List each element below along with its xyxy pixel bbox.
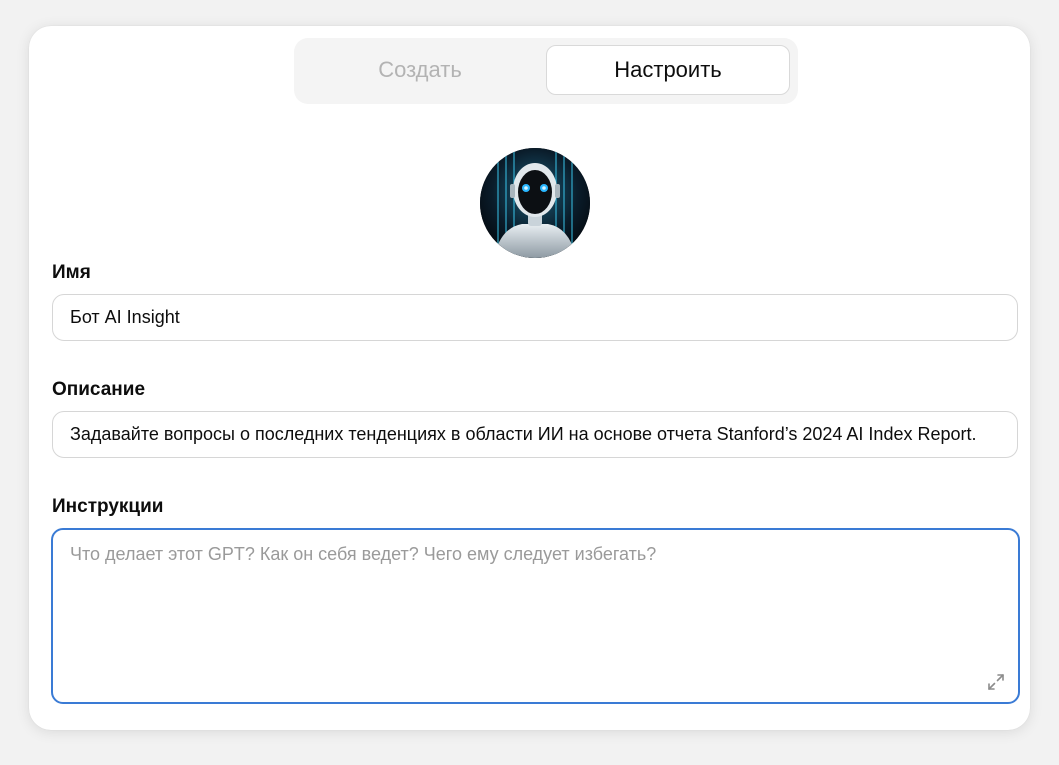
configure-panel: Создать Настроить Имя Бот AI Insight Опи…	[29, 26, 1030, 730]
mode-tabs: Создать Настроить	[294, 38, 798, 104]
description-input[interactable]: Задавайте вопросы о последних тенденциях…	[52, 411, 1018, 458]
tab-create[interactable]: Создать	[302, 45, 538, 95]
name-label: Имя	[52, 262, 91, 283]
instructions-placeholder: Что делает этот GPT? Как он себя ведет? …	[70, 544, 657, 564]
instructions-textarea[interactable]: Что делает этот GPT? Как он себя ведет? …	[51, 528, 1020, 704]
expand-icon[interactable]	[986, 672, 1006, 692]
instructions-label: Инструкции	[52, 496, 164, 517]
robot-avatar-icon	[480, 148, 590, 258]
tab-configure[interactable]: Настроить	[546, 45, 790, 95]
gpt-avatar[interactable]	[480, 148, 590, 258]
name-input[interactable]: Бот AI Insight	[52, 294, 1018, 341]
description-label: Описание	[52, 379, 146, 400]
